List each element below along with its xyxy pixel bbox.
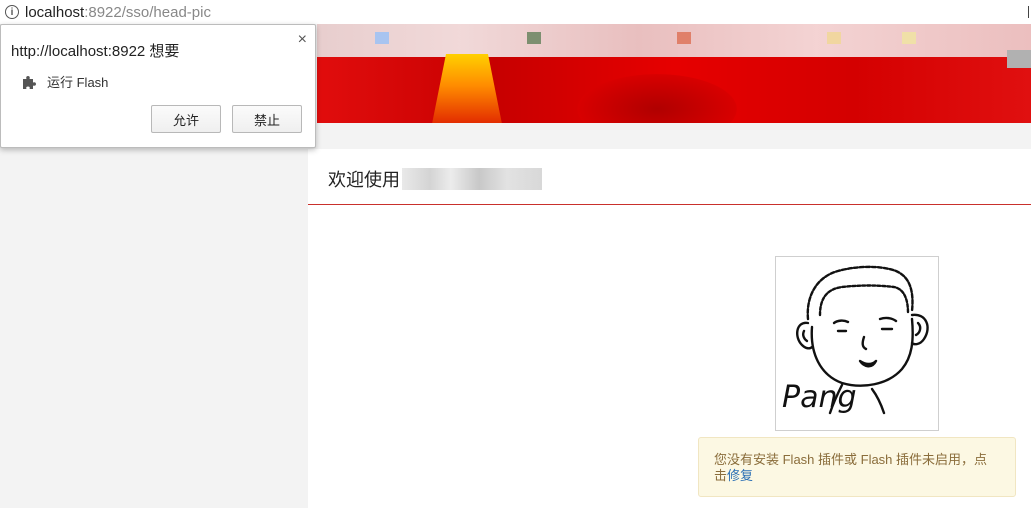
- blur-pixel: [827, 32, 841, 44]
- flash-notice-text: 您没有安装 Flash 插件或 Flash 插件未启用，点击: [714, 452, 988, 483]
- welcome-text: 欢迎使用: [328, 170, 400, 190]
- avatar-image: Pang: [775, 256, 939, 431]
- allow-button[interactable]: 允许: [151, 105, 221, 133]
- text-caret: [1028, 6, 1029, 18]
- blur-pixel: [677, 32, 691, 44]
- main-content: 欢迎使用 Pang 您没有安装 Flash 插件或 Flash 插件未启用，点击…: [308, 149, 1031, 508]
- heading-divider: [308, 204, 1031, 205]
- plugin-puzzle-icon: [23, 75, 36, 89]
- popup-title: http://localhost:8922 想要: [11, 43, 180, 60]
- url-host: localhost: [25, 3, 85, 21]
- welcome-heading: 欢迎使用: [328, 167, 542, 191]
- flash-warning-alert: 您没有安装 Flash 插件或 Flash 插件未启用，点击修复: [698, 437, 1016, 497]
- header-banner: [317, 24, 1031, 123]
- blurred-nav-strip: [317, 24, 1031, 57]
- address-bar[interactable]: i localhost:8922/sso/head-pic: [0, 0, 1031, 24]
- blur-pixel: [902, 32, 916, 44]
- flash-permission-popup: http://localhost:8922 想要 × 运行 Flash 允许 禁…: [0, 24, 316, 148]
- banner-bottom-band: [317, 123, 1031, 149]
- blur-pixel: [527, 32, 541, 44]
- permission-row: 运行 Flash: [21, 72, 108, 91]
- url-path: :8922/sso/head-pic: [84, 3, 211, 21]
- banner-flag-graphic: [1007, 50, 1031, 68]
- blur-pixel: [375, 32, 389, 44]
- avatar-caption-text: Pang: [782, 380, 857, 415]
- close-icon[interactable]: ×: [298, 31, 307, 49]
- permission-label: 运行 Flash: [47, 75, 109, 90]
- block-button[interactable]: 禁止: [232, 105, 302, 133]
- cartoon-face-drawing: Pang: [782, 265, 929, 415]
- banner-swirl-graphic: [577, 74, 737, 123]
- blurred-system-name: [402, 168, 542, 190]
- site-info-icon[interactable]: i: [5, 5, 19, 19]
- fix-flash-link[interactable]: 修复: [727, 468, 753, 483]
- banner-flame-graphic: [432, 54, 502, 123]
